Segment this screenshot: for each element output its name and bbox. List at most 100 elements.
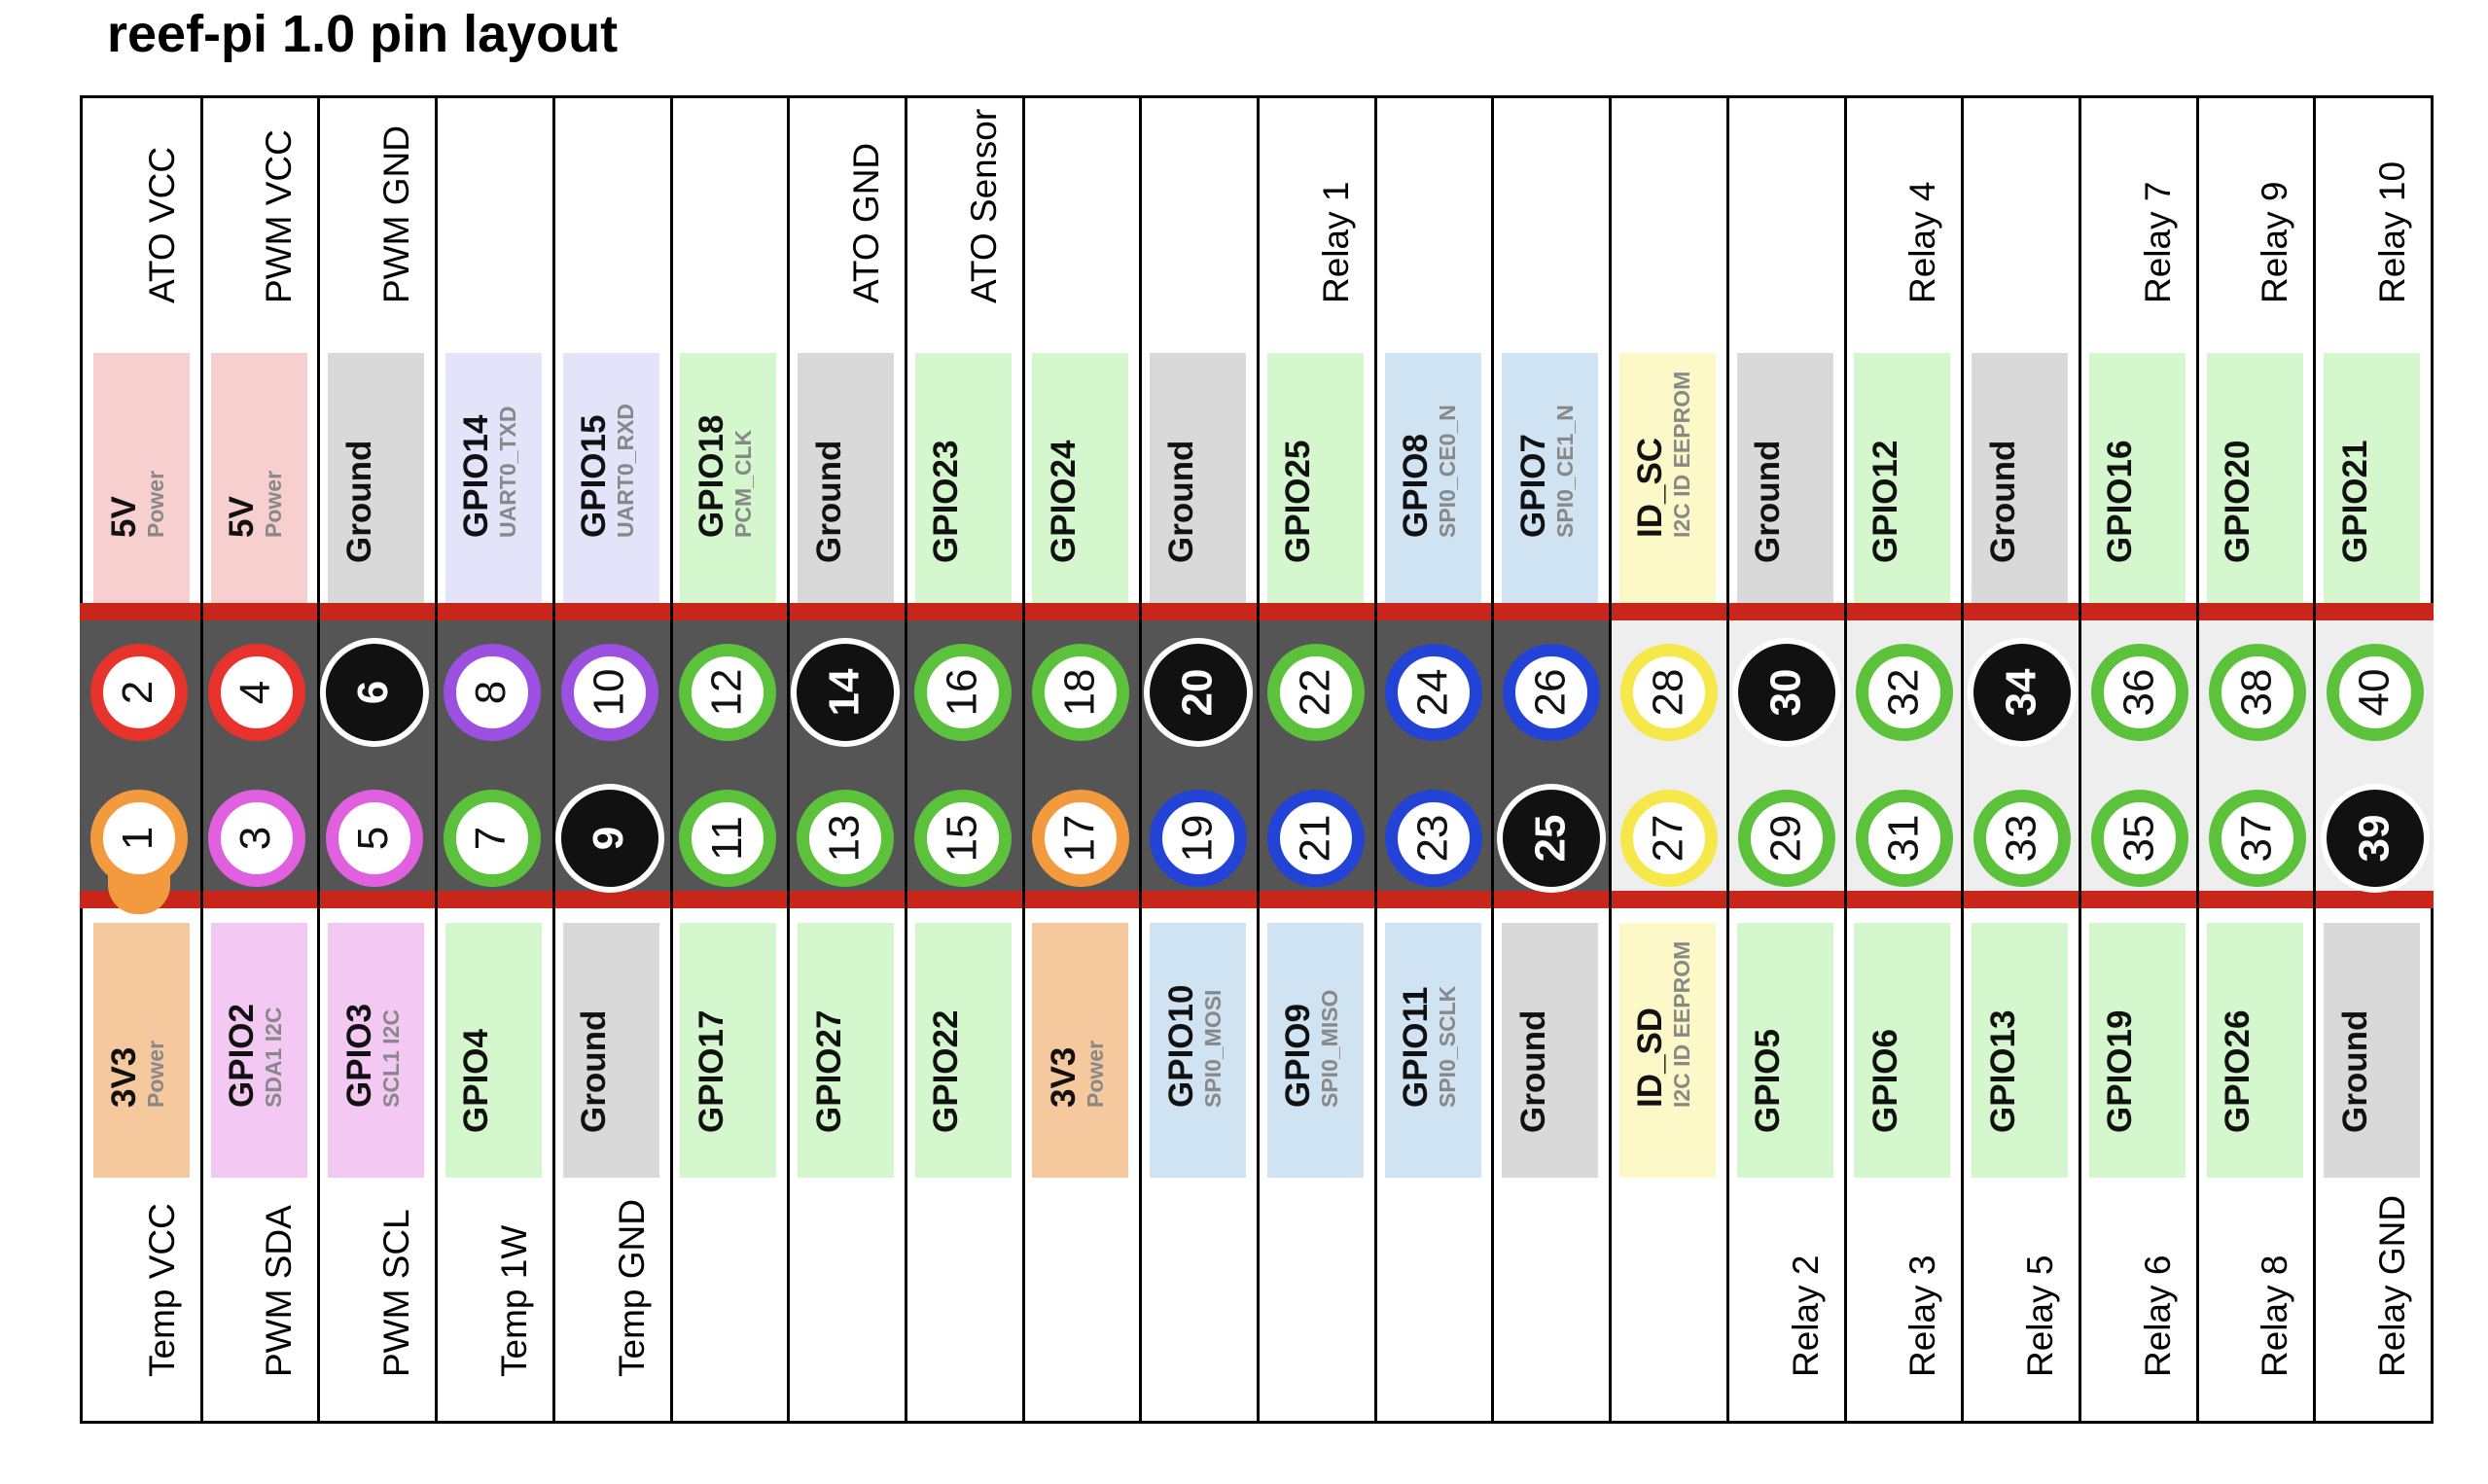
top-connection-label: Relay 10 (2313, 98, 2431, 349)
pin-12: 12 (678, 644, 776, 741)
column-divider (2313, 98, 2317, 1421)
bottom-connection-label: Relay 6 (2079, 1173, 2196, 1421)
pin-38: 38 (2208, 644, 2306, 741)
top-connection-label: Relay 1 (1257, 98, 1374, 349)
top-pin-function-box: GPIO23 (914, 353, 1012, 608)
pin-39: 39 (2326, 790, 2424, 887)
bottom-pin-function: GPIO26 (2219, 1010, 2257, 1133)
top-pin-name: Ground (1161, 440, 1200, 563)
bottom-pin-function-box: GPIO4 (444, 923, 542, 1178)
bottom-label-text: Relay GND (2372, 1194, 2413, 1377)
top-pin-name: Ground (1749, 440, 1788, 563)
pin-26: 26 (1502, 644, 1600, 741)
top-label-text: ATO Sensor (963, 108, 1004, 303)
pin-27: 27 (1619, 790, 1718, 887)
pin-number: 8 (467, 680, 515, 705)
bottom-pin-name: ID_SD (1631, 1007, 1670, 1108)
bottom-pin-function-box: GPIO11 SPI0_SCLK (1384, 923, 1481, 1178)
bottom-pin-function-box: GPIO26 (2206, 923, 2303, 1178)
top-connection-label (1022, 98, 1140, 349)
pin-25: 25 (1502, 790, 1600, 887)
top-pin-function: Ground (1984, 441, 2022, 563)
column-divider (551, 98, 555, 1421)
top-connection-label (1609, 98, 1726, 349)
pin-number: 38 (2232, 668, 2281, 717)
pin-number: 27 (1644, 814, 1692, 863)
pin-11: 11 (678, 790, 776, 887)
top-pin-name: GPIO25 (1279, 440, 1318, 563)
pin-number: 37 (2232, 814, 2281, 863)
bottom-label-text: Relay 3 (1902, 1254, 1943, 1377)
bottom-connection-label: Relay 8 (2196, 1173, 2314, 1421)
top-pin-name: Ground (809, 440, 848, 563)
pin-14: 14 (796, 644, 894, 741)
bottom-pin-name: GPIO27 (809, 1009, 848, 1133)
top-pin-subname: Power (261, 470, 287, 538)
page-title: reef-pi 1.0 pin layout (107, 5, 619, 63)
pin-number: 28 (1644, 668, 1692, 717)
pin-10: 10 (560, 644, 658, 741)
bottom-connection-label (1257, 1173, 1374, 1421)
bottom-pin-function: GPIO6 (1866, 1029, 1904, 1133)
pin-30: 30 (1737, 644, 1835, 741)
pin-number: 26 (1526, 668, 1575, 717)
bottom-connection-label: Relay 5 (1961, 1173, 2079, 1421)
top-connection-label (552, 98, 670, 349)
bottom-pin-function-box: GPIO22 (914, 923, 1012, 1178)
top-pin-function: GPIO23 (927, 441, 965, 563)
top-pin-function: GPIO16 (2101, 441, 2139, 563)
bottom-pin-name: GPIO10 (1161, 984, 1200, 1108)
top-label-text: Relay 1 (1315, 181, 1356, 303)
pin-number: 1 (114, 826, 162, 851)
top-label-text: Relay 4 (1902, 181, 1943, 303)
bottom-connection-label (1022, 1173, 1140, 1421)
top-connection-label (435, 98, 552, 349)
top-pin-subname: Power (143, 470, 169, 538)
pin-number: 24 (1408, 668, 1457, 717)
bottom-pin-name: GPIO6 (1866, 1029, 1904, 1133)
bottom-pin-function: GPIO11 SPI0_SCLK (1397, 986, 1460, 1108)
bottom-pin-function: GPIO2 SDA1 I2C (223, 1004, 286, 1108)
top-pin-name: GPIO15 (575, 414, 614, 538)
top-pin-function-box: Ground (1150, 353, 1247, 608)
pin-number: 22 (1291, 668, 1339, 717)
bottom-pin-subname: Power (143, 1040, 169, 1108)
top-pin-subname: SPI0_CE0_N (1435, 405, 1461, 538)
top-pin-function: GPIO24 (1045, 441, 1083, 563)
pin-3: 3 (207, 790, 305, 887)
bottom-pin-name: GPIO2 (223, 1004, 262, 1108)
pin-24: 24 (1384, 644, 1482, 741)
bottom-pin-function-box: GPIO13 (1972, 923, 2069, 1178)
pin-number: 16 (938, 668, 986, 717)
pin-1: 1 (89, 790, 188, 887)
bottom-pin-name: GPIO13 (1983, 1009, 2022, 1133)
top-pin-name: GPIO21 (2335, 440, 2374, 563)
column-divider (1961, 98, 1965, 1421)
top-pin-function-box: GPIO12 (1854, 353, 1951, 608)
bottom-pin-function: GPIO3 SCL1 I2C (340, 1004, 404, 1108)
bottom-pin-name: GPIO22 (927, 1009, 966, 1133)
bottom-pin-name: GPIO19 (2101, 1009, 2140, 1133)
bottom-pin-name: 3V3 (105, 1046, 144, 1108)
top-pin-function-box: GPIO8 SPI0_CE0_N (1384, 353, 1481, 608)
top-label-text: Relay 7 (2137, 181, 2178, 303)
top-pin-function-box: 5V Power (92, 353, 190, 608)
pin-13: 13 (796, 790, 894, 887)
bottom-pin-function: GPIO17 (693, 1010, 730, 1133)
bottom-pin-function: GPIO9 SPI0_MISO (1279, 990, 1342, 1108)
pin-18: 18 (1031, 644, 1129, 741)
column-divider (2195, 98, 2199, 1421)
column-divider (1491, 98, 1495, 1421)
bottom-pin-function-box: GPIO19 (2088, 923, 2186, 1178)
pin-34: 34 (1973, 644, 2071, 741)
bottom-pin-name: Ground (2335, 1009, 2374, 1133)
bottom-connection-label: Relay 2 (1726, 1173, 1844, 1421)
bottom-pin-name: GPIO5 (1749, 1029, 1788, 1133)
top-pin-subname: SPI0_CE1_N (1551, 405, 1578, 538)
bottom-pin-function: ID_SD I2C ID EEPROM (1631, 941, 1694, 1108)
top-label-text: Relay 9 (2255, 181, 2295, 303)
pin-number: 12 (702, 668, 751, 717)
pin-31: 31 (1855, 790, 1953, 887)
top-pin-function-box: ID_SC I2C ID EEPROM (1619, 353, 1716, 608)
pin-number: 34 (1997, 668, 2045, 717)
